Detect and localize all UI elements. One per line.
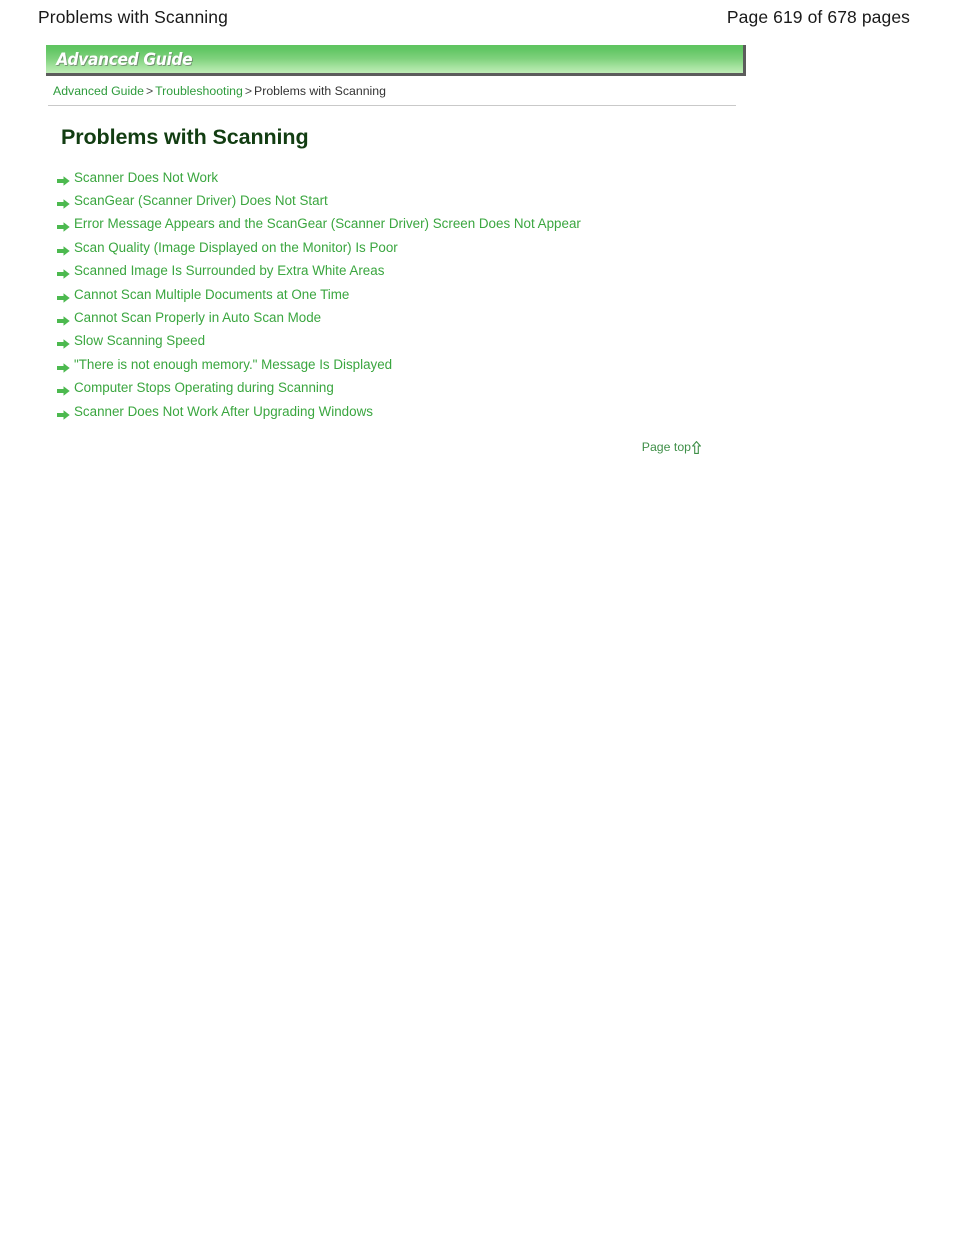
list-item-label[interactable]: Cannot Scan Properly in Auto Scan Mode	[74, 310, 321, 326]
list-item-label[interactable]: Scan Quality (Image Displayed on the Mon…	[74, 240, 398, 256]
page-top-label: Page top	[641, 440, 691, 455]
advanced-guide-banner: Advanced Guide	[46, 45, 746, 76]
list-item[interactable]: Scanned Image Is Surrounded by Extra Whi…	[57, 260, 908, 283]
list-item[interactable]: "There is not enough memory." Message Is…	[57, 353, 908, 376]
list-item[interactable]: Cannot Scan Properly in Auto Scan Mode	[57, 306, 908, 329]
page-top-row: Page top	[46, 440, 746, 454]
arrow-right-icon	[57, 407, 70, 420]
list-item-label[interactable]: Scanner Does Not Work	[74, 170, 218, 186]
list-item[interactable]: ScanGear (Scanner Driver) Does Not Start	[57, 189, 908, 212]
page-top-link[interactable]: Page top	[641, 440, 702, 455]
list-item-label[interactable]: Cannot Scan Multiple Documents at One Ti…	[74, 287, 349, 303]
running-head: Problems with Scanning Page 619 of 678 p…	[0, 0, 954, 34]
list-item-label[interactable]: Slow Scanning Speed	[74, 333, 205, 349]
list-item[interactable]: Slow Scanning Speed	[57, 330, 908, 353]
list-item-label[interactable]: Scanner Does Not Work After Upgrading Wi…	[74, 404, 373, 420]
list-item-label[interactable]: Error Message Appears and the ScanGear (…	[74, 216, 581, 232]
list-item[interactable]: Error Message Appears and the ScanGear (…	[57, 213, 908, 236]
list-item[interactable]: Scanner Does Not Work After Upgrading Wi…	[57, 400, 908, 423]
arrow-right-icon	[57, 266, 70, 279]
breadcrumb-separator: >	[145, 84, 154, 98]
list-item-label[interactable]: ScanGear (Scanner Driver) Does Not Start	[74, 193, 328, 209]
page-title: Problems with Scanning	[61, 125, 309, 149]
list-item[interactable]: Computer Stops Operating during Scanning	[57, 377, 908, 400]
breadcrumb-separator: >	[244, 84, 253, 98]
list-item-label[interactable]: Scanned Image Is Surrounded by Extra Whi…	[74, 263, 384, 279]
arrow-right-icon	[57, 290, 70, 303]
arrow-right-icon	[57, 219, 70, 233]
arrow-up-outline-icon	[691, 440, 702, 454]
content-column: Advanced Guide Advanced Guide > Troublesho…	[46, 45, 908, 454]
breadcrumb-item-current: Problems with Scanning	[254, 84, 386, 98]
list-item[interactable]: Scanner Does Not Work	[57, 166, 908, 189]
breadcrumb-item-troubleshooting[interactable]: Troubleshooting	[155, 84, 243, 98]
advanced-guide-banner-label: Advanced Guide	[56, 49, 193, 69]
page-counter: Page 619 of 678 pages	[726, 6, 910, 27]
list-item[interactable]: Scan Quality (Image Displayed on the Mon…	[57, 236, 908, 259]
arrow-right-icon	[57, 196, 70, 209]
breadcrumb-divider	[48, 105, 736, 106]
list-item[interactable]: Cannot Scan Multiple Documents at One Ti…	[57, 283, 908, 306]
list-item-label[interactable]: "There is not enough memory." Message Is…	[74, 357, 392, 373]
breadcrumb: Advanced Guide > Troubleshooting > Problems …	[46, 83, 908, 99]
arrow-right-icon	[57, 173, 70, 186]
list-item-label[interactable]: Computer Stops Operating during Scanning	[74, 380, 334, 396]
arrow-right-icon	[57, 313, 70, 326]
arrow-right-icon	[57, 360, 70, 373]
breadcrumb-item-advanced-guide[interactable]: Advanced Guide	[53, 84, 144, 98]
arrow-right-icon	[57, 243, 70, 256]
arrow-right-icon	[57, 336, 70, 350]
topic-link-list: Scanner Does Not Work ScanGear (Scanner …	[46, 166, 908, 423]
running-head-title: Problems with Scanning	[38, 6, 228, 27]
arrow-right-icon	[57, 383, 70, 396]
